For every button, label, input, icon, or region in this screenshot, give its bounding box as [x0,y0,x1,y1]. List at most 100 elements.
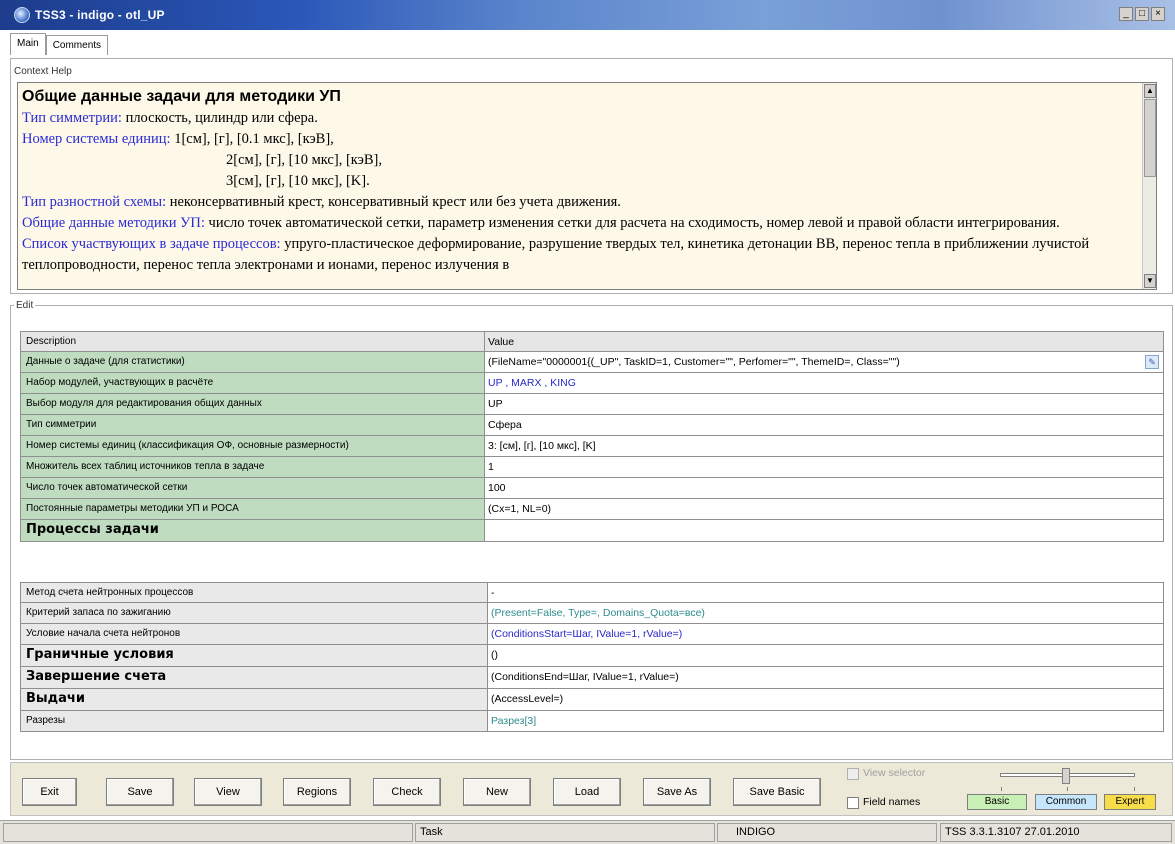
table-row[interactable]: Критерий запаса по зажиганию (Present=Fa… [20,603,1164,624]
scroll-up-arrow-icon[interactable]: ▲ [1144,84,1156,98]
row-value[interactable]: UP , MARX , KING [485,373,1164,393]
tab-bar: Main Comments [10,33,109,55]
section-title: Процессы задачи [20,520,485,541]
row-description: Разрезы [20,711,488,731]
minimize-button[interactable]: _ [1119,7,1133,21]
row-description: Номер системы единиц (классификация ОФ, … [20,436,485,456]
field-names-label: Field names [863,796,921,808]
section-row[interactable]: Граничные условия () [20,645,1164,667]
regions-button[interactable]: Regions [283,778,351,806]
context-help-scrollbar[interactable]: ▲ ▼ [1142,83,1156,289]
level-common-badge[interactable]: Common [1035,794,1097,810]
property-grid: Description Value Данные о задаче (для с… [20,331,1164,542]
save-button[interactable]: Save [106,778,174,806]
row-value[interactable]: (FileName="0000001{(_UP", TaskID=1, Cust… [485,352,1164,372]
section-title: Граничные условия [20,645,488,666]
status-server: INDIGO [717,823,937,842]
help-line: Список участвующих в задаче процессов: у… [22,236,1090,273]
grid-header: Description Value [20,331,1164,352]
row-value[interactable]: Разрез[3] [488,711,1164,731]
row-description: Данные о задаче (для статистики) [20,352,485,372]
row-description: Выбор модуля для редактирования общих да… [20,394,485,414]
save-as-button[interactable]: Save As [643,778,711,806]
close-button[interactable]: × [1151,7,1165,21]
context-help-legend: Context Help [12,66,74,77]
section-row[interactable]: Выдачи (AccessLevel=) [20,689,1164,711]
help-line: Номер системы единиц: 1[см], [г], [0.1 м… [22,131,334,147]
table-row[interactable]: Множитель всех таблиц источников тепла в… [20,457,1164,478]
row-description: Метод счета нейтронных процессов [20,583,488,602]
save-basic-button[interactable]: Save Basic [733,778,821,806]
table-row[interactable]: Метод счета нейтронных процессов - [20,582,1164,603]
scroll-down-arrow-icon[interactable]: ▼ [1144,274,1156,288]
column-header-description[interactable]: Description [20,332,485,351]
table-row[interactable]: Постоянные параметры методики УП и РОСА … [20,499,1164,520]
exit-button[interactable]: Exit [22,778,77,806]
row-value[interactable]: (ConditionsEnd=Шаг, IValue=1, rValue=) [488,667,1164,688]
slider-tick [1001,787,1002,791]
view-button[interactable]: View [194,778,262,806]
help-line: 3[см], [г], [10 мкс], [K]. [226,173,370,189]
window-title: TSS3 - indigo - otl_UP [35,8,165,22]
section-title: Выдачи [20,689,488,710]
row-description: Условие начала счета нейтронов [20,624,488,644]
row-value[interactable]: 3: [см], [г], [10 мкс], [K] [485,436,1164,456]
level-expert-badge[interactable]: Expert [1104,794,1156,810]
context-help-title: Общие данные задачи для методики УП [22,88,341,105]
help-line: Общие данные методики УП: число точек ав… [22,215,1060,231]
app-icon [14,7,30,23]
row-description: Число точек автоматической сетки [20,478,485,498]
scroll-thumb[interactable] [1144,99,1156,177]
view-selector-label: View selector [863,767,926,779]
status-version: TSS 3.3.1.3107 27.01.2010 [940,823,1172,842]
maximize-button[interactable]: □ [1135,7,1149,21]
row-description: Критерий запаса по зажиганию [20,603,488,623]
slider-tick [1134,787,1135,791]
table-row[interactable]: Разрезы Разрез[3] [20,711,1164,732]
load-button[interactable]: Load [553,778,621,806]
status-task: Task [415,823,715,842]
context-help-panel: Общие данные задачи для методики УП Тип … [17,82,1157,290]
row-description: Набор модулей, участвующих в расчёте [20,373,485,393]
row-value[interactable]: () [488,645,1164,666]
row-value[interactable]: (ConditionsStart=Шаг, IValue=1, rValue=) [488,624,1164,644]
level-slider-thumb[interactable] [1062,768,1070,784]
edit-legend: Edit [14,300,36,311]
row-value[interactable]: 1 [485,457,1164,477]
field-names-checkbox[interactable] [847,797,859,809]
slider-tick [1067,787,1068,791]
edit-dialog-icon[interactable]: ✎ [1145,355,1159,369]
row-value[interactable]: - [488,583,1164,602]
row-value[interactable]: (Present=False, Type=, Domains_Quota=все… [488,603,1164,623]
section-title: Завершение счета [20,667,488,688]
table-row[interactable]: Условие начала счета нейтронов (Conditio… [20,624,1164,645]
level-basic-badge[interactable]: Basic [967,794,1027,810]
row-description: Тип симметрии [20,415,485,435]
row-value[interactable]: (Cx=1, NL=0) [485,499,1164,519]
table-row[interactable]: Выбор модуля для редактирования общих да… [20,394,1164,415]
row-description: Постоянные параметры методики УП и РОСА [20,499,485,519]
property-grid-processes: Метод счета нейтронных процессов - Крите… [20,582,1164,732]
table-row[interactable]: Число точек автоматической сетки 100 [20,478,1164,499]
view-selector-checkbox[interactable] [847,768,859,780]
row-value[interactable]: 100 [485,478,1164,498]
help-line: 2[см], [г], [10 мкс], [кэВ], [226,152,382,168]
row-value[interactable]: Сфера [485,415,1164,435]
row-description: Множитель всех таблиц источников тепла в… [20,457,485,477]
tab-main[interactable]: Main [10,33,46,55]
section-row[interactable]: Процессы задачи [20,520,1164,542]
status-panel-empty [3,823,413,842]
tab-comments[interactable]: Comments [45,35,109,55]
row-value[interactable] [485,520,1164,541]
new-button[interactable]: New [463,778,531,806]
table-row[interactable]: Набор модулей, участвующих в расчёте UP … [20,373,1164,394]
row-value[interactable]: (AccessLevel=) [488,689,1164,710]
table-row[interactable]: Номер системы единиц (классификация ОФ, … [20,436,1164,457]
column-header-value[interactable]: Value [485,332,1164,351]
row-value[interactable]: UP [485,394,1164,414]
help-line: Тип разностной схемы: неконсервативный к… [22,194,621,210]
check-button[interactable]: Check [373,778,441,806]
table-row[interactable]: Данные о задаче (для статистики) (FileNa… [20,352,1164,373]
table-row[interactable]: Тип симметрии Сфера [20,415,1164,436]
section-row[interactable]: Завершение счета (ConditionsEnd=Шаг, IVa… [20,667,1164,689]
